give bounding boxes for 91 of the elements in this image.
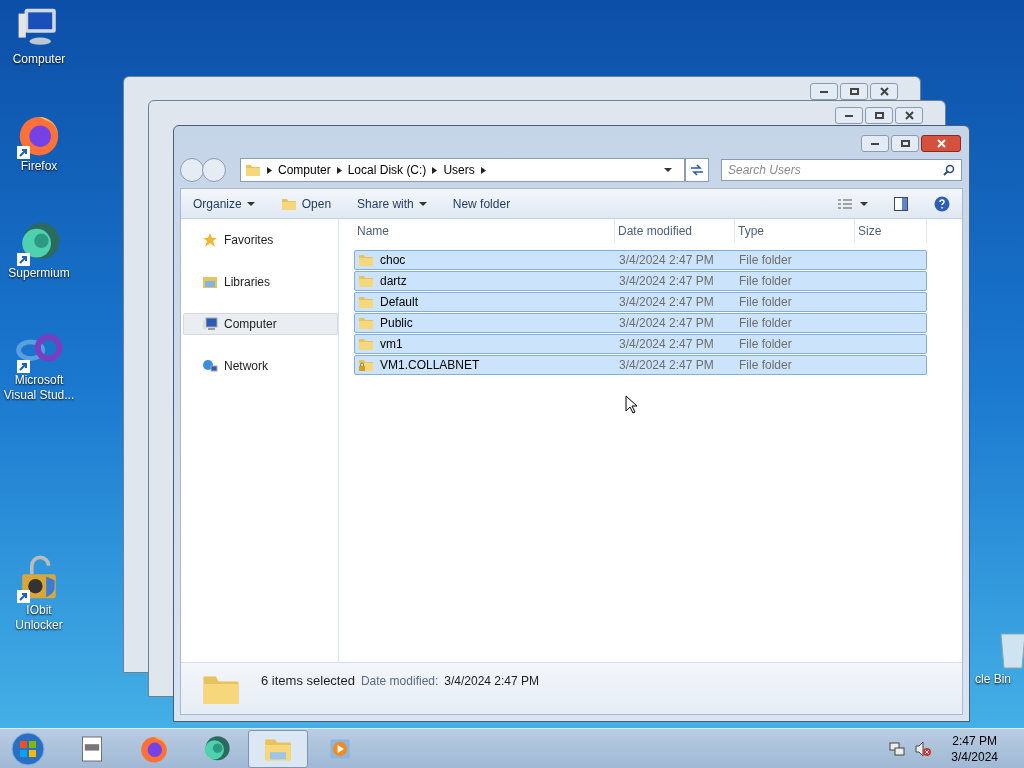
search-placeholder: Search Users (728, 162, 802, 179)
column-header[interactable]: Date modified (615, 219, 735, 243)
date-cell-text: 3/4/2024 2:47 PM (618, 252, 715, 269)
chevron-icon (336, 166, 342, 174)
file-name: dartz (380, 273, 407, 290)
file-row[interactable]: VM1.COLLABNET 3/4/2024 2:47 PM File folder (354, 355, 927, 375)
network-icon (889, 740, 906, 757)
type-cell-text: File folder (738, 357, 793, 374)
search-icon (943, 164, 955, 176)
maximize-button[interactable] (891, 135, 919, 152)
file-row[interactable]: vm1 3/4/2024 2:47 PM File folder (354, 334, 927, 354)
close-button[interactable] (870, 83, 898, 100)
minimize-button[interactable] (835, 107, 863, 124)
column-header[interactable]: Size (855, 219, 927, 243)
chevron-icon (267, 166, 272, 174)
nav-item[interactable]: Network (183, 355, 338, 377)
close-button[interactable] (921, 135, 961, 152)
muted-speaker-icon (915, 740, 932, 757)
pane-icon (894, 196, 908, 211)
type-cell-text: File folder (738, 294, 793, 311)
desktop-icon-label[interactable]: Microsoft Visual Stud... (1, 373, 77, 403)
file-name: vm1 (380, 336, 403, 353)
search-field[interactable]: Search Users (721, 159, 962, 181)
cursor-icon (625, 395, 637, 414)
caret-icon (860, 199, 868, 208)
date-cell-text: 3/4/2024 2:47 PM (618, 273, 715, 290)
detail-value: 3/4/2024 2:47 PM (444, 673, 540, 690)
caret-icon (664, 166, 672, 174)
star-icon (202, 232, 218, 248)
type-cell-text: File folder (738, 315, 793, 332)
minimize-button[interactable] (810, 83, 838, 100)
recycle-bin-icon (998, 630, 1024, 670)
nav-item[interactable]: Libraries (183, 271, 338, 293)
detail-label: Date modified: (360, 673, 439, 690)
type-cell-text: File folder (738, 252, 793, 269)
date-cell-text: 3/4/2024 2:47 PM (618, 294, 715, 311)
maximize-button[interactable] (865, 107, 893, 124)
chevron-icon (432, 166, 438, 174)
windows-logo-icon (11, 731, 45, 766)
nav-item[interactable]: Favorites (183, 229, 338, 251)
toolbar-button[interactable]: Share with (357, 194, 427, 213)
breadcrumb-item[interactable]: Computer (278, 161, 331, 179)
caret-icon (418, 199, 427, 208)
close-icon (879, 87, 889, 96)
help-button[interactable] (934, 195, 950, 212)
file-name: choc (380, 252, 406, 269)
caret-icon (246, 199, 255, 208)
desktop-icon-label[interactable]: Firefox (1, 159, 77, 174)
network-icon (202, 358, 218, 374)
maximize-button[interactable] (840, 83, 868, 100)
folder-icon (245, 162, 261, 178)
date-cell-text: 3/4/2024 2:47 PM (618, 357, 715, 374)
file-row[interactable]: Public 3/4/2024 2:47 PM File folder (354, 313, 927, 333)
refresh-button[interactable] (685, 158, 709, 182)
breadcrumb-item[interactable]: Local Disk (C:) (347, 161, 427, 179)
library-icon (202, 274, 218, 290)
preview-pane-button[interactable] (894, 196, 908, 211)
file-row[interactable]: choc 3/4/2024 2:47 PM File folder (354, 250, 927, 270)
file-name: Public (380, 315, 413, 332)
minimize-button[interactable] (861, 135, 889, 152)
toolbar-button[interactable]: Open (280, 194, 332, 213)
selection-summary: 6 items selected (261, 672, 355, 690)
close-button[interactable] (895, 107, 923, 124)
help-icon (934, 195, 950, 212)
chevron-icon (480, 166, 486, 174)
file-row[interactable]: dartz 3/4/2024 2:47 PM File folder (354, 271, 927, 291)
desktop-icon-label[interactable]: Supermium (1, 266, 77, 281)
date-cell-text: 3/4/2024 2:47 PM (618, 336, 715, 353)
toolbar-button[interactable]: Organize (193, 194, 255, 213)
file-name: Default (380, 294, 419, 311)
close-icon (904, 111, 914, 120)
column-header[interactable]: Name (354, 219, 615, 243)
list-view-icon (838, 198, 852, 209)
breadcrumb-item[interactable]: Users (443, 161, 475, 179)
view-button[interactable] (838, 198, 868, 209)
close-icon (936, 139, 946, 148)
start-button[interactable] (8, 730, 48, 767)
date-cell-text: 3/4/2024 2:47 PM (618, 315, 715, 332)
address-bar[interactable]: Computer Local Disk (C:) Users (240, 158, 685, 182)
type-cell-text: File folder (738, 273, 793, 290)
desktop-icon-label[interactable]: Computer (1, 52, 77, 67)
refresh-icon (690, 164, 704, 176)
file-row[interactable]: Default 3/4/2024 2:47 PM File folder (354, 292, 927, 312)
toolbar-button[interactable]: New folder (452, 194, 511, 213)
type-cell-text: File folder (738, 336, 793, 353)
clock-time[interactable]: 2:47 PM (952, 732, 997, 749)
computer-icon (202, 316, 218, 332)
file-name: VM1.COLLABNET (380, 357, 480, 374)
column-header[interactable]: Type (735, 219, 855, 243)
clock-date[interactable]: 3/4/2024 (951, 748, 998, 765)
nav-item[interactable]: Computer (183, 313, 338, 335)
